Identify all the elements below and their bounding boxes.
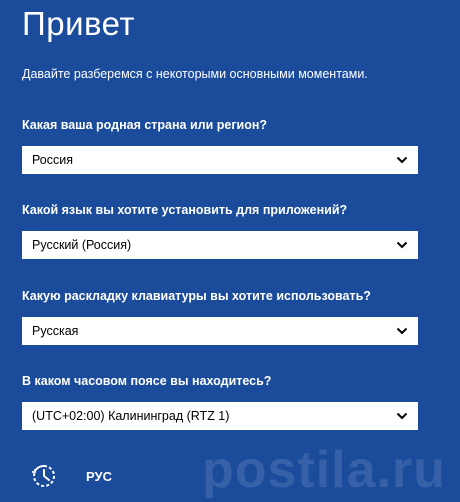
app-language-select[interactable]: Русский (Россия) xyxy=(22,231,418,259)
country-region-value: Россия xyxy=(32,153,73,167)
ease-of-access-icon[interactable] xyxy=(30,462,58,490)
country-region-label: Какая ваша родная страна или регион? xyxy=(22,118,268,132)
chevron-down-icon xyxy=(396,156,408,164)
page-title: Привет xyxy=(22,5,136,42)
chevron-down-icon xyxy=(396,412,408,420)
chevron-down-icon xyxy=(396,327,408,335)
time-zone-select[interactable]: (UTC+02:00) Калининград (RTZ 1) xyxy=(22,402,418,430)
watermark: postila.ru xyxy=(201,441,446,499)
keyboard-layout-label: Какую раскладку клавиатуры вы хотите исп… xyxy=(22,289,371,303)
keyboard-layout-value: Русская xyxy=(32,324,79,338)
keyboard-layout-select[interactable]: Русская xyxy=(22,317,418,345)
app-language-value: Русский (Россия) xyxy=(32,238,132,252)
time-zone-value: (UTC+02:00) Калининград (RTZ 1) xyxy=(32,409,230,423)
country-region-select[interactable]: Россия xyxy=(22,146,418,174)
page-subtitle: Давайте разберемся с некоторыми основным… xyxy=(22,67,368,81)
app-language-label: Какой язык вы хотите установить для прил… xyxy=(22,203,348,217)
time-zone-label: В каком часовом поясе вы находитесь? xyxy=(22,374,272,388)
input-language-button[interactable]: РУС xyxy=(86,469,112,485)
chevron-down-icon xyxy=(396,241,408,249)
